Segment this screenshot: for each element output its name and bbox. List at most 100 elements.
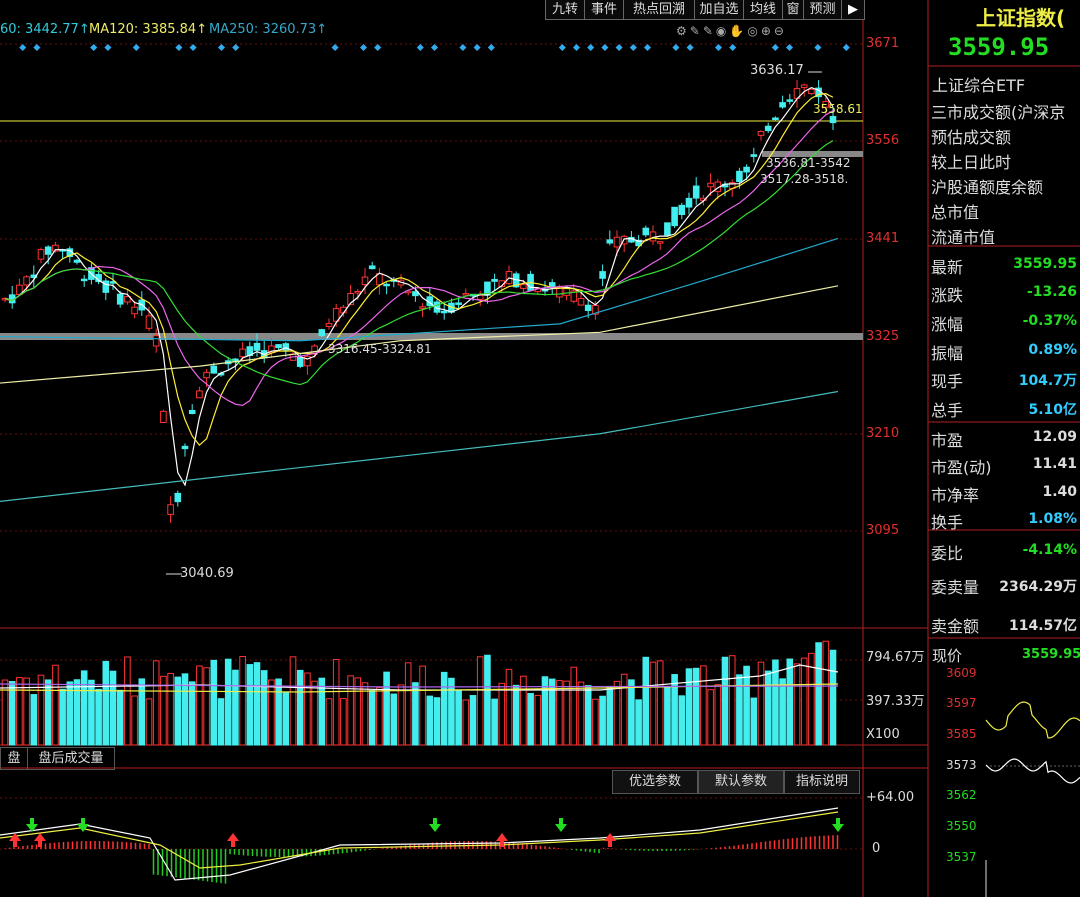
volume-bar xyxy=(527,693,534,746)
volume-bar xyxy=(304,672,311,746)
volume-bar xyxy=(289,656,297,746)
price-axis-label: 3671 xyxy=(866,36,900,51)
indicator-help-button[interactable]: 指标说明 xyxy=(784,770,860,794)
toolbar-jiuzhuan-button[interactable]: 九转 xyxy=(545,0,585,20)
band1-annotation: 3536.81-3542 xyxy=(766,156,851,170)
candle-body xyxy=(210,365,218,374)
hand-icon[interactable]: ✋ xyxy=(729,24,747,38)
stat-row-11: 委卖量 2364.29万 xyxy=(930,572,1080,597)
tab-after-hours-volume[interactable]: 盘后成交量 xyxy=(27,747,115,770)
sell-arrow-icon xyxy=(832,818,844,832)
draw-icon[interactable]: ✎ xyxy=(690,24,703,38)
tab-pan[interactable]: 盘 xyxy=(0,747,28,770)
volume-bar xyxy=(455,689,462,746)
signal-diamond xyxy=(771,43,779,52)
candle-body xyxy=(577,298,585,306)
volume-bar xyxy=(73,679,81,746)
price-axis-label: 3095 xyxy=(866,523,900,538)
volume-bar xyxy=(829,649,837,746)
band2-annotation: 3517.28-3518. xyxy=(760,172,849,186)
candle-body xyxy=(296,356,304,367)
candle-body xyxy=(131,306,138,315)
candle-body xyxy=(167,504,174,515)
candle-body xyxy=(361,276,369,285)
volume-bar xyxy=(584,685,592,746)
mini-axis-label: 3550 xyxy=(946,819,977,833)
volume-bar xyxy=(210,659,218,746)
volume-bar xyxy=(664,686,671,746)
volume-bar xyxy=(109,670,117,746)
stat-row-2: 涨幅 -0.37% xyxy=(930,309,1080,334)
volume-bar xyxy=(138,678,146,746)
volume-bar xyxy=(131,695,138,746)
volume-bar xyxy=(282,691,290,746)
mini-axis-label: 3597 xyxy=(946,696,977,710)
stat-label: 换手 xyxy=(931,513,964,532)
toolbar-window-button[interactable]: 窗 xyxy=(782,0,804,20)
macd-axis-top: +64.00 xyxy=(866,790,915,805)
volume-bar xyxy=(484,654,491,746)
volume-bar xyxy=(160,675,167,746)
volume-bar xyxy=(253,662,261,746)
toolbar-ma-button[interactable]: 均线 xyxy=(743,0,783,20)
volume-bar xyxy=(419,665,426,746)
candle-body xyxy=(73,259,81,263)
stat-label: 振幅 xyxy=(931,344,964,363)
signal-diamond xyxy=(189,43,197,52)
stat-value: 114.57亿 xyxy=(1008,618,1077,634)
mini-avg-line xyxy=(985,701,1080,739)
stat-label: 涨跌 xyxy=(931,286,964,305)
index-title: 上证指数( xyxy=(976,6,1066,30)
etf-link[interactable]: 上证综合ETF xyxy=(932,72,1025,96)
volume-bar xyxy=(102,660,110,746)
volume-bar xyxy=(88,679,95,746)
toolbar-hotspot-button[interactable]: 热点回溯 xyxy=(623,0,695,20)
dif-line xyxy=(0,807,839,881)
candle-body xyxy=(642,227,650,236)
toolbar-expand-arrow-icon[interactable]: ▶ xyxy=(841,0,865,20)
volume-bar xyxy=(383,671,390,746)
volume-bar xyxy=(196,665,203,746)
target-icon[interactable]: ◎ xyxy=(747,24,760,38)
zoom-out-icon[interactable]: ⊖ xyxy=(774,24,787,38)
volume-bar xyxy=(613,680,621,746)
zoom-in-icon[interactable]: ⊕ xyxy=(761,24,774,38)
eye-icon[interactable]: ◉ xyxy=(716,24,729,38)
volume-bar xyxy=(570,666,578,746)
volume-bar xyxy=(203,667,210,746)
signal-diamond xyxy=(359,43,368,52)
stat-value: 104.7万 xyxy=(1018,373,1077,389)
signal-diamond xyxy=(615,43,623,52)
candle-body xyxy=(664,222,671,236)
signal-diamond xyxy=(487,43,495,52)
draw2-icon[interactable]: ✎ xyxy=(703,24,716,38)
toolbar-forecast-button[interactable]: 预测 xyxy=(803,0,842,20)
candle-body xyxy=(145,315,153,329)
volume-axis-unit: X100 xyxy=(866,727,900,742)
toolbar-events-button[interactable]: 事件 xyxy=(584,0,624,20)
stat-row-4: 现手 104.7万 xyxy=(930,366,1080,391)
toolbar-add-watchlist-button[interactable]: 加自选 xyxy=(694,0,744,20)
info-row: 预估成交额 xyxy=(931,128,1012,147)
settings-icon[interactable]: ⚙ xyxy=(676,24,690,38)
candle-body xyxy=(318,329,326,337)
candle-body xyxy=(152,335,160,347)
band3-annotation: 3316.45-3324.81 xyxy=(328,342,432,356)
volume-bar xyxy=(232,669,239,746)
candle-body xyxy=(383,283,390,287)
candle-body xyxy=(196,390,203,399)
signal-diamond xyxy=(430,43,439,52)
info-row: 较上日此时 xyxy=(931,153,1012,172)
kline-chart[interactable] xyxy=(0,0,1080,897)
optimal-params-button[interactable]: 优选参数 xyxy=(612,770,698,794)
mini-price-line xyxy=(985,758,1080,784)
volume-bar xyxy=(340,698,347,746)
candle-body xyxy=(37,249,45,260)
volume-axis-mid: 397.33万 xyxy=(866,694,925,709)
volume-bar xyxy=(124,656,131,746)
volume-bar xyxy=(815,642,822,746)
stat-value: -0.37% xyxy=(1022,313,1077,329)
default-params-button[interactable]: 默认参数 xyxy=(698,770,784,794)
stat-value: 1.40 xyxy=(1042,484,1077,500)
stat-label: 市净率 xyxy=(931,486,980,505)
